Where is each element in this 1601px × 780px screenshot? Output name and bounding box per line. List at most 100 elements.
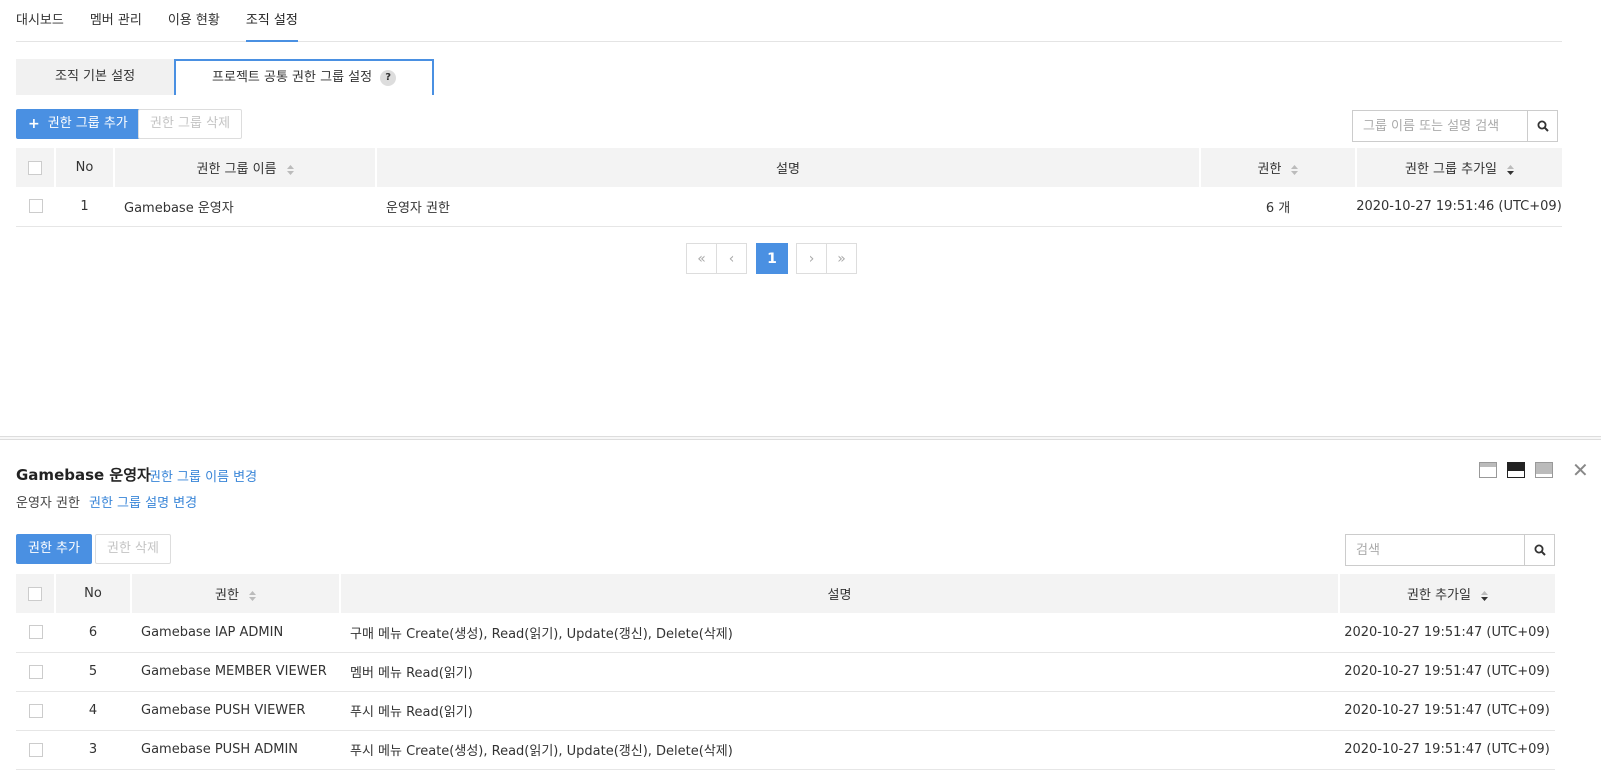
- row-no: 3: [55, 730, 131, 770]
- select-all-checkbox[interactable]: [28, 160, 42, 175]
- sort-icon: [248, 590, 256, 601]
- row-checkbox-cell: [16, 652, 55, 692]
- delete-permission-group-label: 권한 그룹 삭제: [150, 116, 231, 131]
- permission-search-input[interactable]: [1346, 535, 1524, 565]
- row-no: 1: [55, 187, 114, 227]
- close-icon[interactable]: ✕: [1572, 460, 1589, 480]
- row-no: 6: [55, 613, 131, 653]
- sort-icon: [286, 164, 294, 175]
- top-nav: 대시보드 멤버 관리 이용 현황 조직 설정: [16, 0, 1562, 42]
- group-search-input[interactable]: [1353, 111, 1527, 141]
- row-checkbox-cell: [16, 187, 55, 227]
- sort-desc-icon: [1480, 590, 1488, 601]
- prev-page-button[interactable]: ‹: [716, 243, 747, 274]
- detail-group-description: 운영자 권한: [16, 496, 80, 511]
- row-checkbox[interactable]: [28, 199, 43, 214]
- row-added-date: 2020-10-27 19:51:47 (UTC+09): [1339, 691, 1555, 731]
- panel-splitter[interactable]: [0, 436, 1601, 440]
- row-description: 구매 메뉴 Create(생성), Read(읽기), Update(갱신), …: [340, 613, 1339, 653]
- header-group-name[interactable]: 권한 그룹 이름: [114, 148, 377, 187]
- group-search-box: [1352, 110, 1558, 142]
- row-checkbox-cell: [16, 613, 55, 653]
- select-all-cell: [16, 574, 56, 613]
- tab-project-common-permission[interactable]: 프로젝트 공통 권한 그룹 설정 ?: [174, 59, 435, 95]
- search-icon: [1534, 544, 1546, 556]
- table-row[interactable]: 4 Gamebase PUSH VIEWER 푸시 메뉴 Read(읽기) 20…: [16, 691, 1555, 731]
- nav-item-org-settings[interactable]: 조직 설정: [245, 0, 298, 42]
- table-header-row: No 권한 설명 권한 추가일: [16, 574, 1555, 613]
- layout-top-icon[interactable]: [1479, 462, 1497, 478]
- header-permission-added-date[interactable]: 권한 추가일: [1339, 574, 1555, 613]
- row-permission: Gamebase MEMBER VIEWER: [131, 652, 340, 692]
- permission-search-button[interactable]: [1524, 535, 1554, 565]
- tab-basic-settings-label: 조직 기본 설정: [55, 69, 136, 84]
- last-page-button[interactable]: »: [826, 243, 857, 274]
- table-row[interactable]: 3 Gamebase PUSH ADMIN 푸시 메뉴 Create(생성), …: [16, 730, 1555, 770]
- rename-group-link[interactable]: 권한 그룹 이름 변경: [149, 466, 257, 485]
- group-search-button[interactable]: [1527, 111, 1557, 141]
- page-1-button[interactable]: 1: [756, 243, 788, 274]
- row-group-name: Gamebase 운영자: [114, 187, 376, 227]
- row-permission: Gamebase IAP ADMIN: [131, 613, 340, 653]
- row-permission: Gamebase PUSH ADMIN: [131, 730, 340, 770]
- layout-half-icon[interactable]: [1507, 462, 1525, 478]
- row-checkbox[interactable]: [28, 664, 43, 679]
- header-no: No: [55, 148, 115, 187]
- row-no: 4: [55, 691, 131, 731]
- add-permission-label: 권한 추가: [28, 541, 80, 556]
- settings-subtabs: 조직 기본 설정 프로젝트 공통 권한 그룹 설정 ?: [16, 59, 435, 95]
- header-group-added-date-label: 권한 그룹 추가일: [1405, 162, 1497, 177]
- row-no: 5: [55, 652, 131, 692]
- row-checkbox-cell: [16, 691, 55, 731]
- nav-item-member-management[interactable]: 멤버 관리: [90, 0, 142, 42]
- plus-icon: +: [28, 116, 40, 132]
- row-added-date: 2020-10-27 19:51:46 (UTC+09): [1356, 187, 1562, 227]
- row-checkbox-cell: [16, 730, 55, 770]
- permission-table: No 권한 설명 권한 추가일 6 Gamebase IAP ADMIN 구매 …: [16, 574, 1555, 770]
- row-description: 운영자 권한: [376, 187, 1200, 227]
- header-no: No: [55, 574, 132, 613]
- row-checkbox[interactable]: [28, 742, 43, 757]
- row-description: 멤버 메뉴 Read(읽기): [340, 652, 1339, 692]
- table-row[interactable]: 1 Gamebase 운영자 운영자 권한 6 개 2020-10-27 19:…: [16, 187, 1562, 227]
- delete-permission-group-button[interactable]: 권한 그룹 삭제: [138, 109, 243, 139]
- table-header-row: No 권한 그룹 이름 설명 권한 권한 그룹 추가일: [16, 148, 1562, 187]
- row-checkbox[interactable]: [28, 703, 43, 718]
- table-row[interactable]: 5 Gamebase MEMBER VIEWER 멤버 메뉴 Read(읽기) …: [16, 652, 1555, 692]
- add-permission-button[interactable]: 권한 추가: [16, 534, 92, 564]
- edit-description-link[interactable]: 권한 그룹 설명 변경: [89, 492, 197, 511]
- permission-search-box: [1345, 534, 1555, 566]
- permission-group-table: No 권한 그룹 이름 설명 권한 권한 그룹 추가일 1 Gamebase 운…: [16, 148, 1562, 227]
- row-permission: Gamebase PUSH VIEWER: [131, 691, 340, 731]
- header-description: 설명: [340, 574, 1340, 613]
- row-checkbox[interactable]: [28, 625, 43, 640]
- header-group-name-label: 권한 그룹 이름: [196, 162, 277, 177]
- header-permission[interactable]: 권한: [1200, 148, 1357, 187]
- add-permission-group-button[interactable]: + 권한 그룹 추가: [16, 109, 140, 139]
- row-permission-count: 6 개: [1200, 187, 1356, 227]
- sort-icon: [1291, 164, 1299, 175]
- row-added-date: 2020-10-27 19:51:47 (UTC+09): [1339, 730, 1555, 770]
- row-added-date: 2020-10-27 19:51:47 (UTC+09): [1339, 652, 1555, 692]
- nav-item-dashboard[interactable]: 대시보드: [16, 0, 64, 42]
- tab-project-common-permission-label: 프로젝트 공통 권한 그룹 설정: [212, 70, 373, 85]
- panel-layout-controls: [1479, 462, 1553, 478]
- select-all-checkbox[interactable]: [28, 586, 42, 601]
- first-page-button[interactable]: «: [686, 243, 717, 274]
- header-permission-added-date-label: 권한 추가일: [1407, 588, 1471, 603]
- sort-desc-icon: [1507, 164, 1514, 175]
- nav-item-usage[interactable]: 이용 현황: [168, 0, 220, 42]
- detail-group-title: Gamebase 운영자: [16, 466, 151, 484]
- add-permission-group-label: 권한 그룹 추가: [47, 116, 128, 131]
- header-permission[interactable]: 권한: [131, 574, 341, 613]
- tab-basic-settings[interactable]: 조직 기본 설정: [16, 59, 175, 95]
- next-page-button[interactable]: ›: [796, 243, 827, 274]
- row-description: 푸시 메뉴 Create(생성), Read(읽기), Update(갱신), …: [340, 730, 1339, 770]
- help-icon[interactable]: ?: [380, 70, 397, 86]
- table-row[interactable]: 6 Gamebase IAP ADMIN 구매 메뉴 Create(생성), R…: [16, 613, 1555, 653]
- layout-full-icon[interactable]: [1535, 462, 1553, 478]
- header-group-added-date[interactable]: 권한 그룹 추가일: [1356, 148, 1562, 187]
- search-icon: [1537, 120, 1549, 132]
- pagination: « ‹ 1 › »: [686, 243, 857, 274]
- delete-permission-button[interactable]: 권한 삭제: [95, 534, 171, 564]
